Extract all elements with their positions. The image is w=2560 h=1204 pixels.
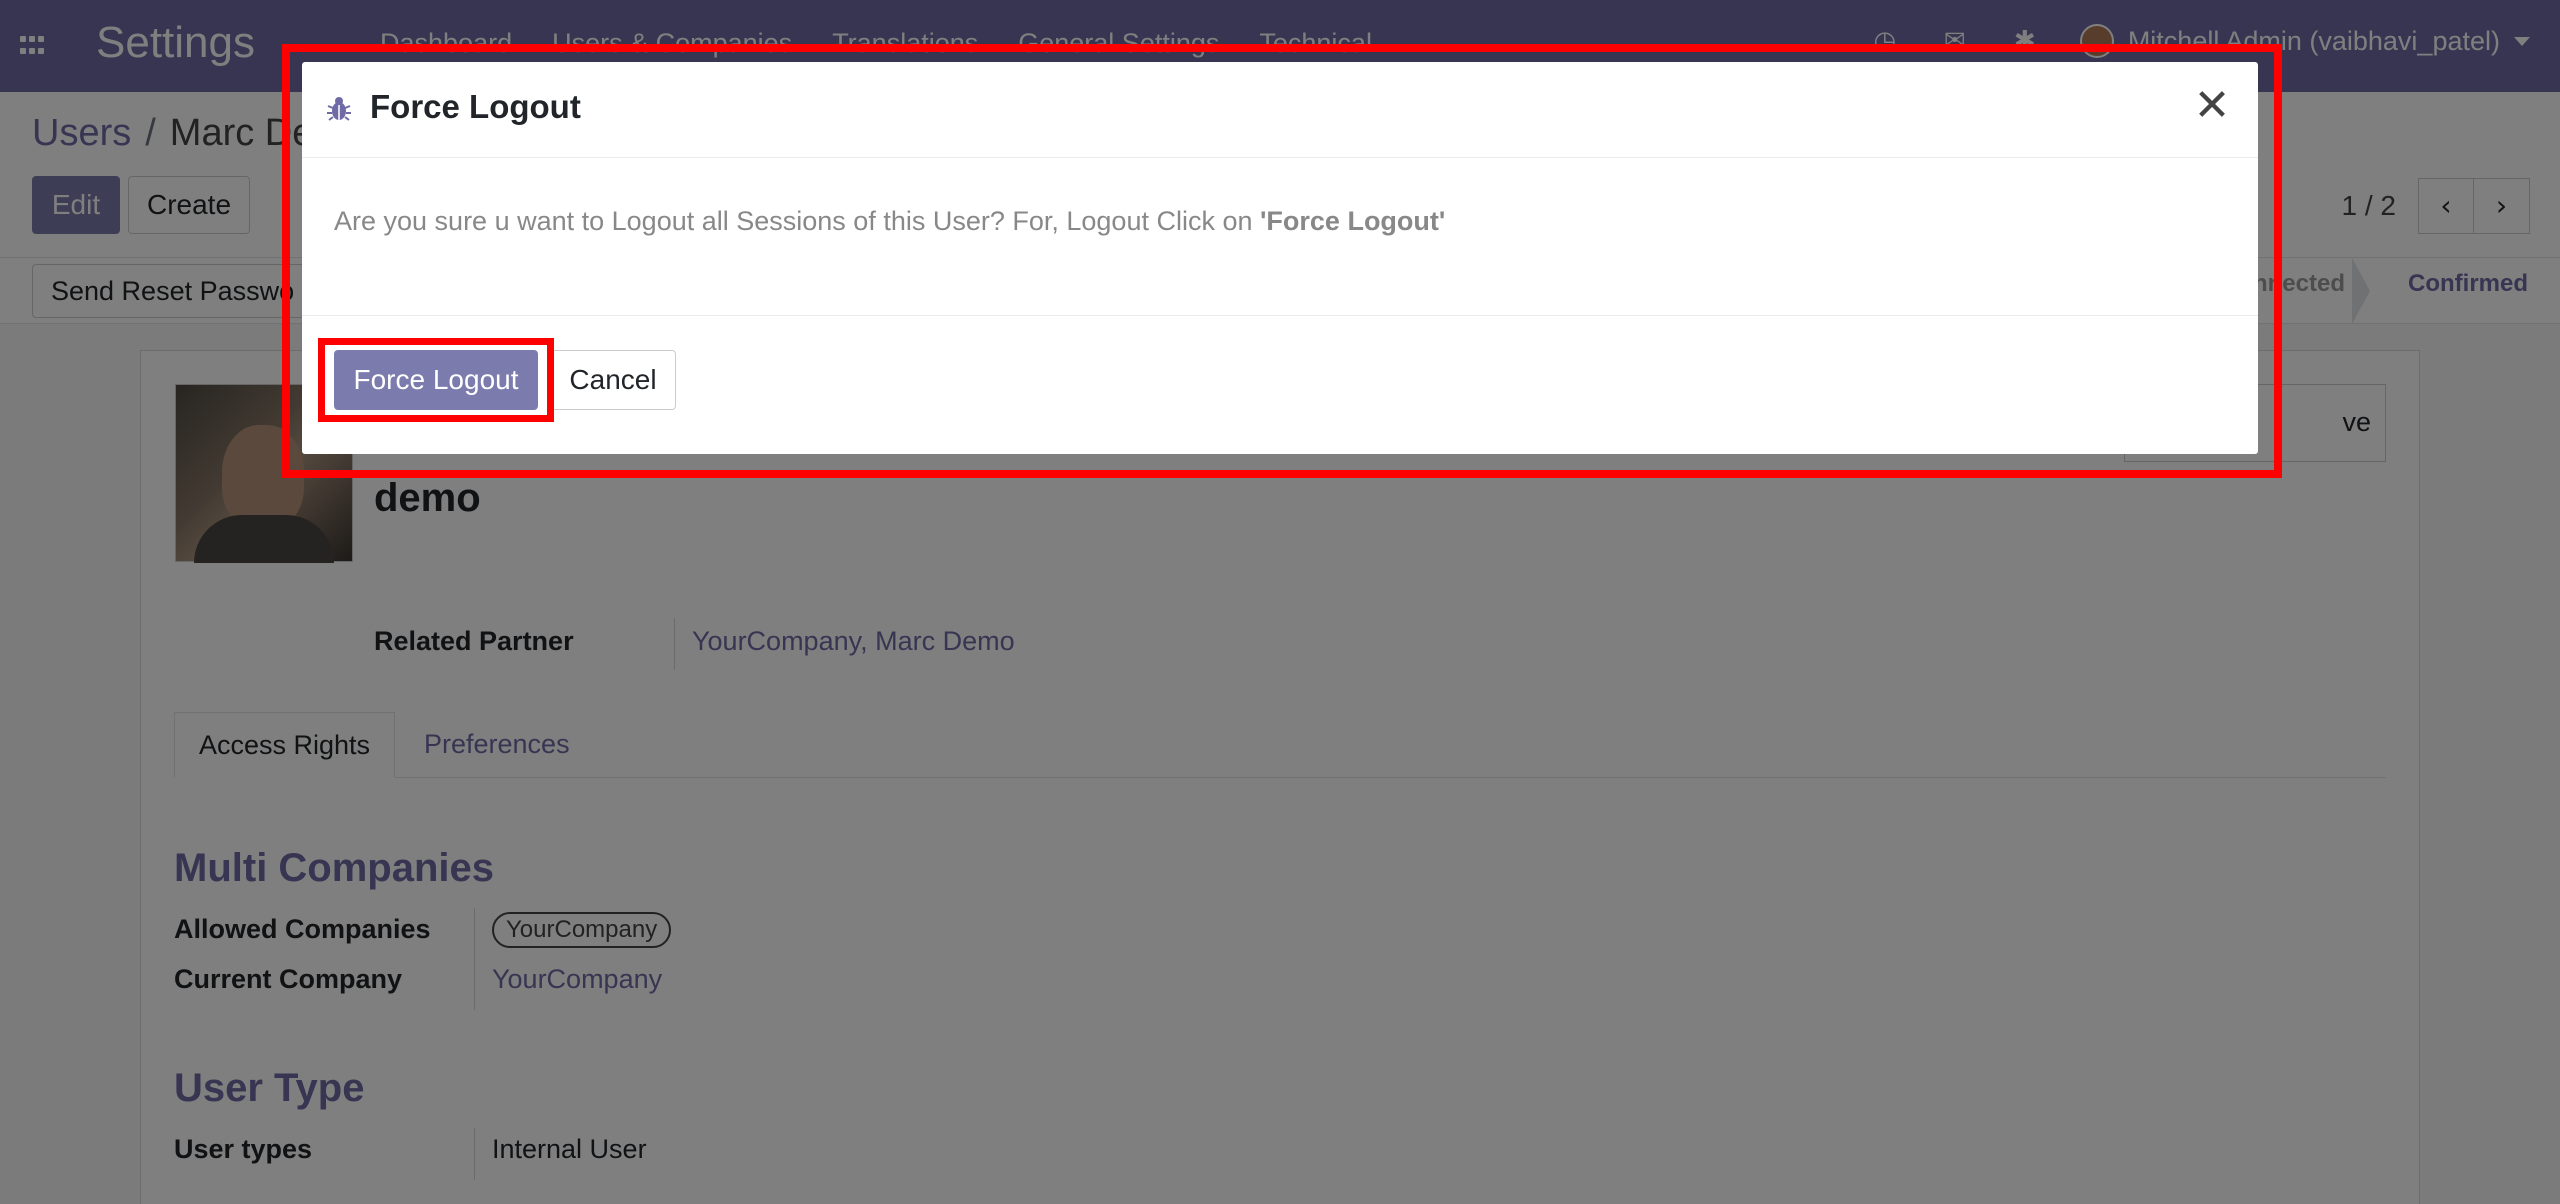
highlight-dialog-box	[282, 44, 2282, 478]
highlight-force-logout-box	[318, 338, 554, 422]
